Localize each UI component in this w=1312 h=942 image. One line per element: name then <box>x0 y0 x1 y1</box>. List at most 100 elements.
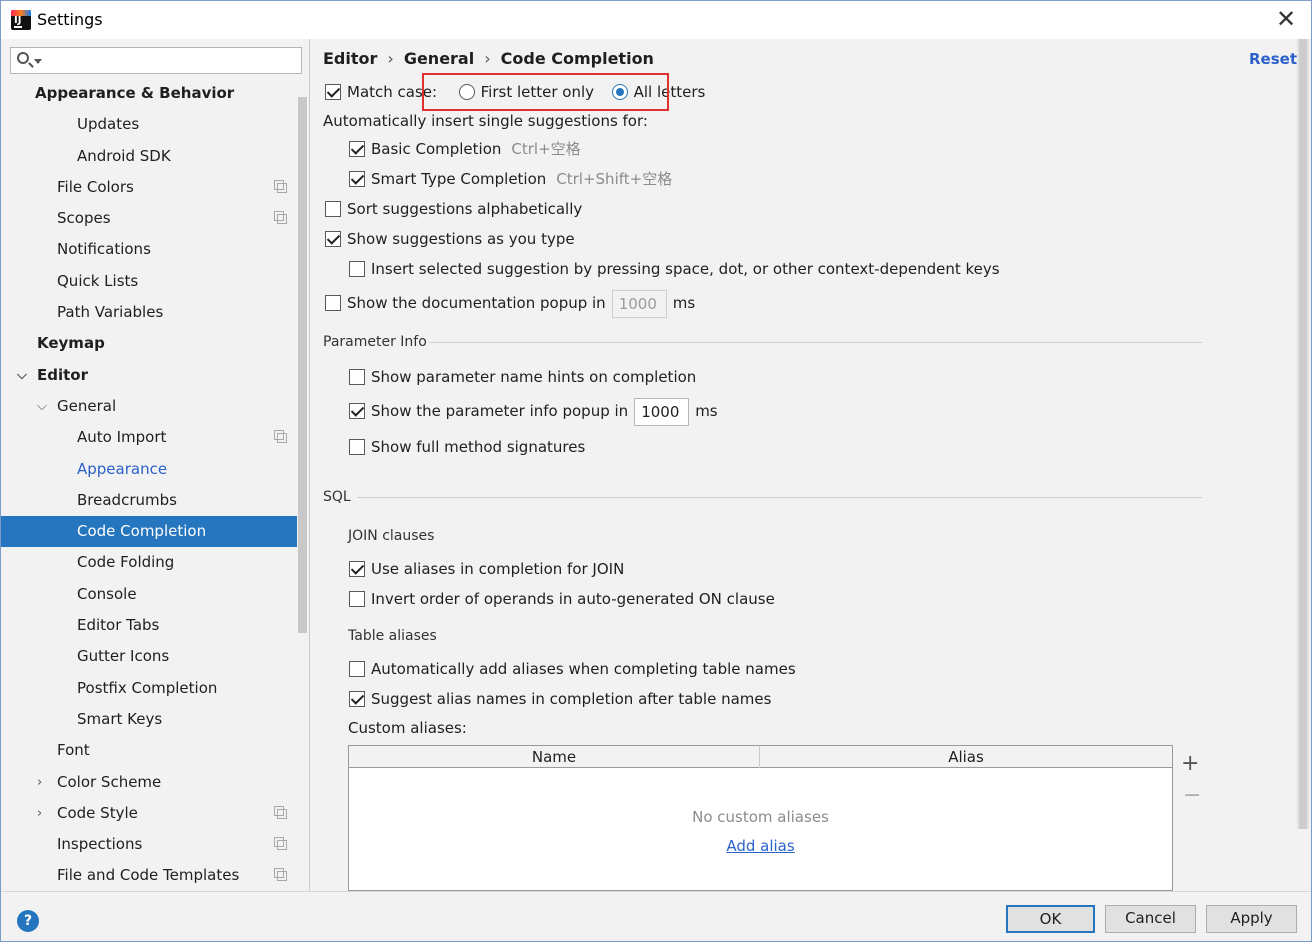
sidebar-item-postfix-completion[interactable]: Postfix Completion <box>1 673 297 704</box>
sort-alpha-option: Sort suggestions alphabetically <box>325 197 582 221</box>
basic-completion-option: Basic Completion Ctrl+空格 <box>349 137 581 161</box>
auto-add-aliases-option: Automatically add aliases when completin… <box>349 657 796 681</box>
sort-alpha-checkbox[interactable] <box>325 200 341 217</box>
smart-type-completion-checkbox[interactable] <box>349 170 365 187</box>
project-scope-icon <box>274 805 287 819</box>
sidebar-item-editor[interactable]: ⌵ Editor <box>1 360 297 391</box>
sidebar-item-scopes[interactable]: Scopes <box>1 203 297 234</box>
chevron-right-icon[interactable]: › <box>37 767 42 798</box>
add-alias-link[interactable]: Add alias <box>349 837 1172 855</box>
section-divider <box>429 342 1202 343</box>
chevron-down-icon[interactable]: ⌵ <box>17 360 27 391</box>
cancel-button[interactable]: Cancel <box>1105 905 1196 933</box>
project-scope-icon <box>274 211 287 225</box>
name-hints-checkbox[interactable] <box>349 368 365 385</box>
sidebar-item-editor-tabs[interactable]: Editor Tabs <box>1 610 297 641</box>
sidebar-item-keymap[interactable]: Keymap <box>1 328 297 359</box>
auto-insert-label: Automatically insert single suggestions … <box>323 112 648 130</box>
project-scope-icon <box>274 868 287 882</box>
insert-by-space-option: Insert selected suggestion by pressing s… <box>349 257 1000 281</box>
suggest-alias-names-option: Suggest alias names in completion after … <box>349 687 771 711</box>
breadcrumb: Editor › General › Code Completion <box>323 49 654 68</box>
sidebar-item-gutter-icons[interactable]: Gutter Icons <box>1 641 297 672</box>
doc-popup-checkbox[interactable] <box>325 294 341 311</box>
section-divider <box>357 497 1202 498</box>
full-signatures-checkbox[interactable] <box>349 438 365 455</box>
use-aliases-join-checkbox[interactable] <box>349 560 365 577</box>
sidebar-item-inspections[interactable]: Inspections <box>1 829 297 860</box>
sidebar-item-file-code-templates[interactable]: File and Code Templates <box>1 860 297 891</box>
join-clauses-title: JOIN clauses <box>348 528 435 544</box>
add-icon[interactable]: + <box>1181 751 1199 776</box>
basic-completion-checkbox[interactable] <box>349 140 365 157</box>
search-input[interactable] <box>10 47 302 74</box>
auto-add-aliases-checkbox[interactable] <box>349 660 365 677</box>
custom-aliases-table[interactable]: Name Alias No custom aliases Add alias <box>348 745 1173 891</box>
reset-link[interactable]: Reset <box>1249 50 1297 68</box>
remove-icon[interactable]: − <box>1183 783 1201 808</box>
sidebar-item-appearance[interactable]: Appearance <box>1 454 297 485</box>
ok-button[interactable]: OK <box>1006 905 1095 933</box>
content-scrollbar[interactable] <box>1297 39 1309 829</box>
show-as-type-checkbox[interactable] <box>325 230 341 247</box>
sidebar-item-file-colors[interactable]: File Colors <box>1 172 297 203</box>
invert-operands-checkbox[interactable] <box>349 590 365 607</box>
intellij-app-icon: IJ <box>11 10 31 30</box>
name-hints-option: Show parameter name hints on completion <box>349 365 696 389</box>
doc-popup-delay-input[interactable]: 1000 <box>611 289 667 318</box>
table-header: Name Alias <box>349 746 1172 768</box>
sidebar-item-general[interactable]: ⌵ General <box>1 391 297 422</box>
settings-content: Editor › General › Code Completion Reset Mat… <box>311 39 1311 891</box>
column-header-name[interactable]: Name <box>349 746 760 768</box>
apply-button[interactable]: Apply <box>1206 905 1297 933</box>
show-as-type-option: Show suggestions as you type <box>325 227 575 251</box>
insert-by-space-checkbox[interactable] <box>349 260 365 277</box>
smart-type-completion-option: Smart Type Completion Ctrl+Shift+空格 <box>349 167 672 191</box>
project-scope-icon <box>274 179 287 193</box>
full-signatures-option: Show full method signatures <box>349 435 585 459</box>
sidebar-scrollbar[interactable] <box>298 97 307 633</box>
chevron-down-icon[interactable] <box>34 59 42 64</box>
use-aliases-join-option: Use aliases in completion for JOIN <box>349 557 624 581</box>
chevron-right-icon[interactable]: › <box>37 798 42 829</box>
sidebar-item-breadcrumbs[interactable]: Breadcrumbs <box>1 485 297 516</box>
invert-operands-option: Invert order of operands in auto-generat… <box>349 587 775 611</box>
chevron-down-icon[interactable]: ⌵ <box>37 391 47 422</box>
dialog-footer: ? OK Cancel Apply <box>1 891 1311 941</box>
sidebar-item-path-variables[interactable]: Path Variables <box>1 297 297 328</box>
scrollbar-thumb[interactable] <box>1299 39 1307 829</box>
highlight-box <box>422 73 669 111</box>
close-icon[interactable]: ✕ <box>1271 5 1301 35</box>
info-popup-delay-input[interactable]: 1000 <box>634 397 690 426</box>
project-scope-icon <box>274 430 287 444</box>
title-bar: IJ Settings ✕ <box>1 1 1311 39</box>
empty-table-message: No custom aliases <box>692 808 829 826</box>
settings-sidebar: Appearance & Behavior Updates Android SD… <box>1 39 310 891</box>
sql-title: SQL <box>323 489 351 505</box>
parameter-info-title: Parameter Info <box>323 334 427 350</box>
settings-window: IJ Settings ✕ Appearance & Behavior Upda… <box>0 0 1312 942</box>
match-case-checkbox[interactable] <box>325 83 341 100</box>
sidebar-item-android-sdk[interactable]: Android SDK <box>1 141 297 172</box>
sidebar-item-font[interactable]: Font <box>1 735 297 766</box>
info-popup-checkbox[interactable] <box>349 402 365 419</box>
column-header-alias[interactable]: Alias <box>760 746 1172 768</box>
sidebar-item-smart-keys[interactable]: Smart Keys <box>1 704 297 735</box>
sidebar-item-auto-import[interactable]: Auto Import <box>1 422 297 453</box>
table-aliases-title: Table aliases <box>348 628 437 644</box>
help-icon[interactable]: ? <box>17 910 39 932</box>
sidebar-item-color-scheme[interactable]: › Color Scheme <box>1 767 297 798</box>
sidebar-item-notifications[interactable]: Notifications <box>1 234 297 265</box>
suggest-alias-names-checkbox[interactable] <box>349 690 365 707</box>
sidebar-item-quick-lists[interactable]: Quick Lists <box>1 266 297 297</box>
sidebar-item-console[interactable]: Console <box>1 579 297 610</box>
sidebar-item-appearance-behavior[interactable]: Appearance & Behavior <box>1 78 297 109</box>
sidebar-item-updates[interactable]: Updates <box>1 109 297 140</box>
sidebar-item-code-folding[interactable]: Code Folding <box>1 547 297 578</box>
custom-aliases-label: Custom aliases: <box>348 719 467 737</box>
window-title: Settings <box>37 10 103 29</box>
sidebar-item-code-completion[interactable]: Code Completion <box>1 516 297 548</box>
sidebar-item-code-style[interactable]: › Code Style <box>1 798 297 829</box>
project-scope-icon <box>274 837 287 851</box>
settings-tree: Appearance & Behavior Updates Android SD… <box>1 78 297 891</box>
